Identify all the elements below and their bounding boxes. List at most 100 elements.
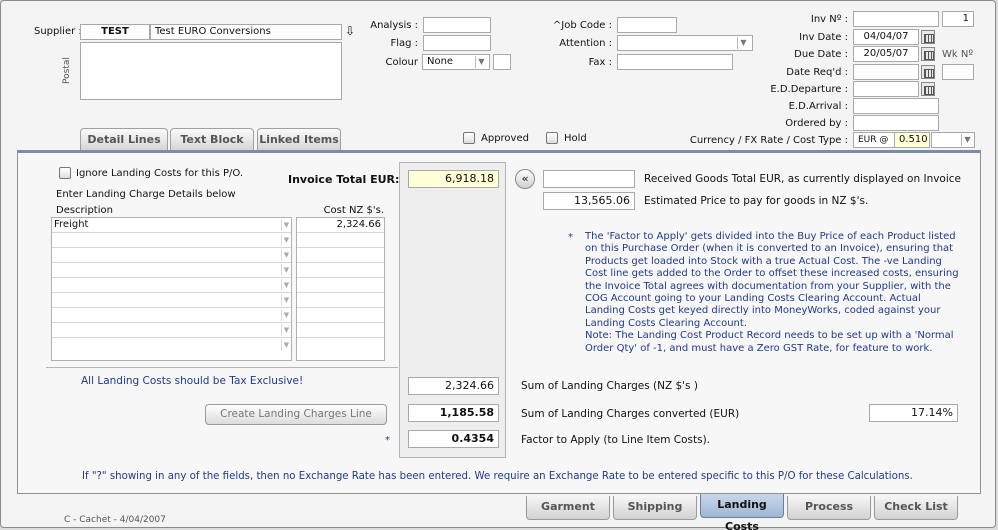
inv-date-field[interactable]: 04/04/07	[853, 29, 919, 45]
due-date-field[interactable]: 20/05/07	[853, 46, 919, 62]
tab-process[interactable]: Process	[787, 496, 871, 520]
cost-cell[interactable]	[297, 278, 384, 293]
attention-select[interactable]	[617, 35, 753, 51]
tab-detail-lines[interactable]: Detail Lines	[80, 128, 168, 150]
note-line: on this Purchase Order (when it is conve…	[585, 243, 954, 255]
currency-label: Currency / FX Rate / Cost Type :	[689, 135, 848, 146]
supplier-name-field[interactable]: Test EURO Conversions	[150, 24, 342, 40]
ed-departure-label: E.D.Departure :	[770, 84, 848, 95]
calendar-icon[interactable]	[921, 65, 935, 79]
note-line: Note: The Landing Cost Product Record ne…	[585, 330, 954, 342]
calendar-icon[interactable]	[921, 30, 935, 44]
chevron-down-icon[interactable]: ▼	[281, 324, 291, 336]
sum-eur-field[interactable]: 1,185.58	[408, 404, 499, 422]
received-goods-label: Received Goods Total EUR, as currently d…	[644, 173, 962, 185]
calendar-icon[interactable]	[921, 47, 935, 61]
ed-arrival-field[interactable]	[853, 98, 939, 114]
grid-row[interactable]: ▼	[52, 293, 291, 308]
currency-field[interactable]: EUR @	[853, 132, 895, 148]
ed-arrival-label: E.D.Arrival :	[788, 101, 848, 112]
chevron-down-icon[interactable]: ▼	[281, 294, 291, 306]
chevron-down-icon[interactable]: ▼	[281, 279, 291, 291]
tab-linked-items[interactable]: Linked Items	[257, 128, 341, 150]
factor-explanation-note: The 'Factor to Apply' gets divided into …	[585, 231, 965, 355]
cost-header: Cost NZ $'s.	[323, 205, 384, 216]
chevron-down-icon[interactable]: ▼	[737, 37, 749, 49]
tab-landing-costs[interactable]: Landing Costs	[700, 494, 784, 530]
chevron-down-icon[interactable]: ▼	[281, 309, 291, 321]
hold-label: Hold	[564, 133, 587, 144]
grid-row[interactable]: ▼	[52, 278, 291, 293]
estimated-price-field[interactable]: 13,565.06	[543, 192, 635, 210]
invoice-total-field[interactable]: 6,918.18	[408, 170, 499, 188]
factor-field[interactable]: 0.4354	[408, 430, 499, 448]
tax-exclusive-note: All Landing Costs should be Tax Exclusiv…	[81, 375, 304, 387]
flag-label: Flag :	[390, 38, 418, 49]
chevron-down-icon[interactable]: ▼	[281, 234, 291, 246]
chevron-down-icon[interactable]: ▼	[281, 264, 291, 276]
analysis-field[interactable]	[423, 17, 491, 33]
sum-nz-field[interactable]: 2,324.66	[408, 377, 499, 395]
ignore-landing-costs-checkbox[interactable]	[59, 167, 71, 179]
divider	[46, 367, 398, 368]
grid-row[interactable]: ▼	[52, 338, 291, 353]
double-chevron-left-icon[interactable]: «	[515, 169, 535, 189]
inv-no-field[interactable]	[853, 11, 939, 27]
create-landing-charges-button[interactable]: Create Landing Charges Line	[205, 404, 387, 425]
fx-rate-field[interactable]: 0.510	[894, 132, 930, 148]
cost-cell[interactable]	[297, 323, 384, 338]
enter-details-label: Enter Landing Charge Details below	[56, 189, 236, 200]
flag-field[interactable]	[423, 35, 491, 51]
job-code-field[interactable]	[617, 17, 677, 33]
calendar-icon[interactable]	[921, 82, 935, 96]
grid-row[interactable]: ▼	[52, 263, 291, 278]
grid-row[interactable]: ▼	[52, 308, 291, 323]
note-line: the Invoice Total agrees with documentat…	[585, 280, 951, 292]
cost-cell[interactable]	[297, 263, 384, 278]
note-line: The 'Factor to Apply' gets divided into …	[585, 231, 956, 242]
grid-row[interactable]: ▼	[52, 233, 291, 248]
supplier-label: Supplier :	[34, 26, 82, 37]
cost-cell[interactable]	[297, 233, 384, 248]
description-cell[interactable]: Freight	[54, 219, 88, 230]
chevron-down-icon[interactable]: ▼	[281, 219, 291, 231]
chevron-down-icon[interactable]: ▼	[475, 56, 487, 68]
received-goods-field[interactable]	[543, 170, 635, 188]
grid-row[interactable]: Freight ▼	[52, 218, 291, 233]
cost-cell[interactable]	[297, 293, 384, 308]
tab-garment[interactable]: Garment	[526, 496, 610, 520]
note-asterisk: *	[568, 232, 573, 243]
tab-shipping[interactable]: Shipping	[613, 496, 697, 520]
percent-field[interactable]: 17.14%	[869, 404, 958, 422]
inv-no-extra-field[interactable]: 1	[942, 11, 974, 27]
tab-check-list[interactable]: Check List	[874, 496, 958, 520]
postal-address-field[interactable]	[80, 42, 342, 100]
date-reqd-field[interactable]	[853, 64, 919, 80]
fax-field[interactable]	[617, 54, 733, 70]
grid-row[interactable]: ▼	[52, 323, 291, 338]
ordered-by-field[interactable]	[853, 115, 939, 131]
chevron-down-icon[interactable]: ▼	[961, 134, 973, 146]
cost-cell[interactable]	[297, 308, 384, 323]
analysis-label: Analysis :	[370, 20, 418, 31]
invoice-total-label: Invoice Total EUR:	[288, 173, 400, 186]
cost-cell[interactable]	[297, 338, 384, 353]
hold-checkbox[interactable]	[546, 132, 558, 144]
tab-text-block[interactable]: Text Block	[170, 128, 254, 150]
grid-row[interactable]: ▼	[52, 248, 291, 263]
approved-label: Approved	[481, 133, 529, 144]
cost-cell[interactable]	[297, 248, 384, 263]
chevron-down-icon[interactable]: ▼	[281, 249, 291, 261]
note-line: Cost line gets added to the Order to off…	[585, 268, 959, 280]
colour-swatch[interactable]	[493, 54, 511, 70]
cost-grid: 2,324.66	[296, 217, 385, 361]
ignore-landing-costs-label: Ignore Landing Costs for this P/O.	[76, 168, 244, 179]
supplier-code-field[interactable]: TEST	[80, 24, 150, 40]
chevron-down-icon[interactable]: ▼	[281, 339, 291, 351]
approved-checkbox[interactable]	[463, 132, 475, 144]
colour-label: Colour	[385, 57, 418, 68]
week-number-field[interactable]	[942, 64, 974, 80]
cost-cell[interactable]: 2,324.66	[297, 218, 384, 233]
ed-departure-field[interactable]	[853, 81, 919, 97]
description-grid: Freight ▼ ▼ ▼ ▼ ▼ ▼ ▼ ▼ ▼	[51, 217, 292, 361]
